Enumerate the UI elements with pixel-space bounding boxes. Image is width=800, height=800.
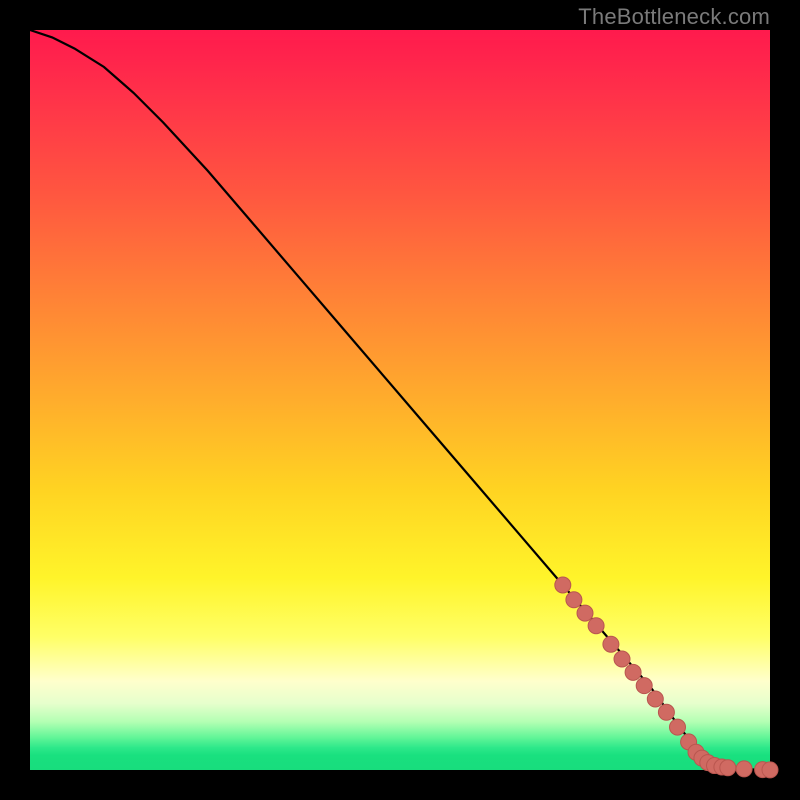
bottleneck-curve (30, 30, 770, 770)
data-point-marker (603, 636, 619, 652)
data-point-marker (625, 664, 641, 680)
plot-area (30, 30, 770, 770)
data-point-marker (577, 605, 593, 621)
data-point-marker (555, 577, 571, 593)
data-point-marker (736, 761, 752, 777)
watermark-text: TheBottleneck.com (578, 4, 770, 30)
data-point-marker (588, 618, 604, 634)
chart-frame: TheBottleneck.com (0, 0, 800, 800)
data-point-marker (614, 651, 630, 667)
data-point-marker (762, 762, 778, 778)
data-point-marker (636, 678, 652, 694)
chart-overlay (30, 30, 770, 770)
data-point-marker (566, 592, 582, 608)
data-point-marker (658, 704, 674, 720)
data-point-marker (647, 691, 663, 707)
curve-markers (555, 577, 778, 778)
data-point-marker (670, 719, 686, 735)
data-point-marker (720, 760, 736, 776)
